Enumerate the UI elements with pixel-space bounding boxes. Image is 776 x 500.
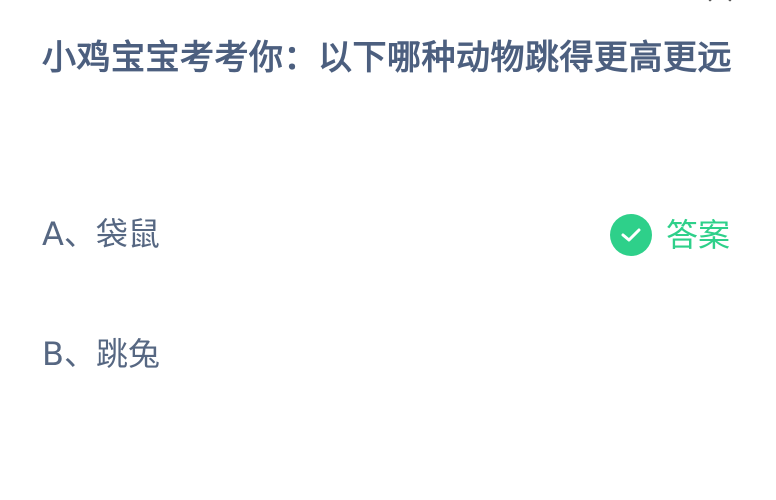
check-icon: [610, 214, 652, 256]
option-a-label: A、袋鼠: [42, 215, 160, 253]
question-title: 小鸡宝宝考考你：以下哪种动物跳得更高更远: [42, 38, 732, 78]
close-icon: [708, 0, 732, 2]
option-a[interactable]: A、袋鼠 答案: [0, 200, 776, 270]
option-b[interactable]: B、跳兔: [0, 320, 776, 390]
option-b-label: B、跳兔: [42, 335, 160, 373]
close-button[interactable]: [700, 0, 740, 8]
quiz-page: 小鸡宝宝考考你：以下哪种动物跳得更高更远 A、袋鼠 答案 B、跳兔: [0, 0, 776, 500]
answer-badge: 答案: [610, 214, 730, 256]
answer-label: 答案: [666, 216, 731, 254]
